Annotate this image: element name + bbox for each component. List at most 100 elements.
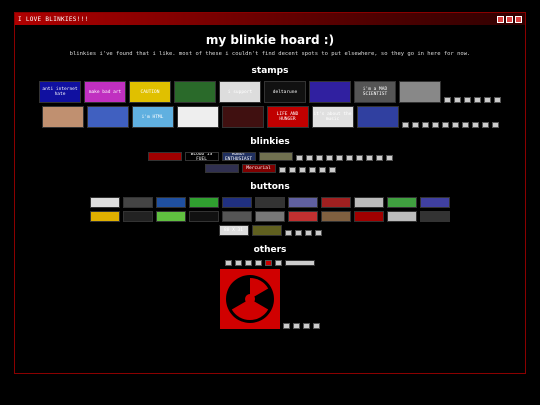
small-graphic <box>411 122 419 128</box>
button-image <box>321 197 351 208</box>
button-image <box>189 211 219 222</box>
small-graphic <box>491 122 499 128</box>
small-graphic <box>314 230 322 236</box>
small-graphic <box>441 122 449 128</box>
page-description: blinkies i've found that i like. most of… <box>69 51 471 57</box>
small-graphic <box>464 97 471 103</box>
small-graphic <box>275 260 282 266</box>
small-graphic <box>295 155 303 161</box>
small-graphic <box>454 97 461 103</box>
buttons-row <box>15 197 525 208</box>
small-graphic <box>401 122 409 128</box>
button-image <box>354 197 384 208</box>
button-image <box>420 197 450 208</box>
small-graphic <box>431 122 439 128</box>
stamp-image: it's about the music <box>311 106 354 128</box>
button-image <box>222 211 252 222</box>
button-image <box>354 211 384 222</box>
small-graphic <box>444 97 451 103</box>
button-image <box>222 197 252 208</box>
window-controls <box>497 15 522 23</box>
window-title: I LOVE BLINKIES!!! <box>18 15 89 23</box>
small-graphic <box>375 155 383 161</box>
small-graphic <box>305 155 313 161</box>
small-graphic <box>484 97 491 103</box>
button-image <box>123 197 153 208</box>
page-title: my blinkie hoard :) <box>205 33 335 47</box>
maximize-button[interactable] <box>506 15 513 23</box>
small-graphic <box>365 155 373 161</box>
small-graphic <box>245 260 252 266</box>
small-graphic <box>294 230 302 236</box>
button-image <box>387 211 417 222</box>
stamps-row: anti internet hate make bad art CAUTION i s… <box>15 81 525 103</box>
small-graphic <box>283 323 290 329</box>
buttons-row <box>15 211 525 222</box>
button-image <box>420 211 450 222</box>
stamps-row: i'm HTML LIFE AND HUNGER it's about the mu… <box>15 106 525 128</box>
small-graphic <box>421 122 429 128</box>
stamp-image <box>221 106 264 128</box>
small-graphic <box>461 122 469 128</box>
blinkie-image: BLOOD IS FUEL <box>184 152 219 161</box>
blinkie-image <box>258 152 293 161</box>
blinkie-image <box>204 164 239 173</box>
small-graphic <box>265 260 272 266</box>
stamp-image: deltarune <box>264 81 306 103</box>
main-window: I LOVE BLINKIES!!! my blinkie hoard :) b… <box>14 12 526 374</box>
button-image <box>90 197 120 208</box>
blinkie-image: Mercurial <box>241 164 276 173</box>
buttons-row: 88 X 31 <box>15 225 525 236</box>
others-small-row <box>15 260 525 266</box>
button-image <box>255 197 285 208</box>
small-graphic <box>494 97 501 103</box>
small-graphic <box>385 155 393 161</box>
small-graphic <box>278 167 286 173</box>
stamp-image: i'm a MAD SCIENTIST <box>354 81 396 103</box>
section-heading-blinkies: blinkies <box>250 137 290 147</box>
stamp-image <box>399 81 441 103</box>
blinkie-image <box>147 152 182 161</box>
small-graphic <box>308 167 316 173</box>
button-image <box>387 197 417 208</box>
button-image <box>288 211 318 222</box>
stamp-image: make bad art <box>84 81 126 103</box>
button-image <box>156 211 186 222</box>
blinkies-row: Mercurial <box>15 164 525 173</box>
small-graphic <box>355 155 363 161</box>
close-button[interactable] <box>515 15 522 23</box>
small-graphic <box>481 122 489 128</box>
blinkie-image: ROBOT ENTHUSIAST <box>221 152 256 161</box>
stamp-image: LIFE AND HUNGER <box>266 106 309 128</box>
small-graphic <box>255 260 262 266</box>
small-graphic <box>315 155 323 161</box>
stamp-image <box>176 106 219 128</box>
button-image <box>321 211 351 222</box>
small-graphic <box>328 167 336 173</box>
stamp-image: i'm HTML <box>131 106 174 128</box>
button-image <box>251 225 282 236</box>
small-graphic <box>298 167 306 173</box>
section-heading-others: others <box>253 245 287 255</box>
small-graphic <box>304 230 312 236</box>
button-image <box>156 197 186 208</box>
button-image <box>90 211 120 222</box>
small-graphic <box>474 97 481 103</box>
small-graphic <box>285 260 315 266</box>
stamp-image <box>86 106 129 128</box>
small-graphic <box>284 230 292 236</box>
stamp-image: anti internet hate <box>39 81 81 103</box>
small-graphic <box>293 323 300 329</box>
stamp-image: i support <box>219 81 261 103</box>
blinkies-row: BLOOD IS FUEL ROBOT ENTHUSIAST <box>15 152 525 161</box>
button-image <box>288 197 318 208</box>
stamp-image <box>41 106 84 128</box>
stamp-image <box>309 81 351 103</box>
radiation-icon <box>220 269 280 329</box>
button-image <box>123 211 153 222</box>
small-graphic <box>471 122 479 128</box>
small-graphic <box>303 323 310 329</box>
minimize-button[interactable] <box>497 15 504 23</box>
stamp-image <box>174 81 216 103</box>
window-titlebar: I LOVE BLINKIES!!! <box>15 13 525 25</box>
